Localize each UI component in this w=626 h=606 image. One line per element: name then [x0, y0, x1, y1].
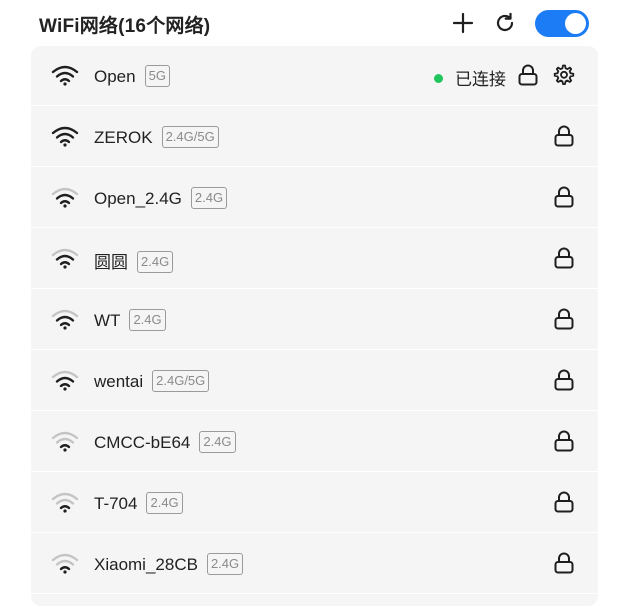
lock-icon: [554, 247, 574, 269]
plus-icon: [452, 12, 474, 34]
toggle-knob: [565, 13, 586, 34]
connection-status: 已连接: [434, 65, 506, 90]
network-row-open-2-4g[interactable]: Open_2.4G 2.4G: [31, 168, 598, 228]
wifi-signal-icon: [51, 309, 79, 330]
network-row-cmcc-be64[interactable]: CMCC-bE64 2.4G: [31, 412, 598, 472]
band-badge: 2.4G: [146, 492, 183, 514]
network-name: 圆圆 2.4G: [94, 248, 174, 273]
network-row-yuanyuan[interactable]: 圆圆 2.4G: [31, 229, 598, 289]
network-row-open[interactable]: Open 5G 已连接: [31, 46, 598, 106]
lock-icon: [554, 125, 574, 147]
network-row-xiaomi-28cb[interactable]: Xiaomi_28CB 2.4G: [31, 534, 598, 594]
wifi-signal-icon: [51, 65, 79, 86]
band-badge: 2.4G: [199, 431, 236, 453]
wifi-signal-icon: [51, 492, 79, 513]
network-name: wentai 2.4G/5G: [94, 370, 210, 392]
lock-icon: [554, 308, 574, 330]
network-name: ZEROK 2.4G/5G: [94, 126, 219, 148]
band-badge: 2.4G: [137, 251, 174, 273]
network-name: Open_2.4G 2.4G: [94, 187, 228, 209]
network-row-wt[interactable]: WT 2.4G: [31, 290, 598, 350]
band-badge: 2.4G: [129, 309, 166, 331]
page-title: WiFi网络(16个网络): [39, 16, 211, 37]
header: WiFi网络(16个网络): [0, 0, 626, 46]
network-name: CMCC-bE64 2.4G: [94, 431, 236, 453]
network-list: Open 5G 已连接 ZEROK 2.4G/5G Open_2.4G 2.4G…: [31, 46, 598, 606]
wifi-signal-icon: [51, 187, 79, 208]
lock-icon: [554, 430, 574, 452]
band-badge: 2.4G/5G: [152, 370, 210, 392]
connected-dot: [434, 74, 443, 83]
band-badge: 5G: [144, 65, 170, 87]
network-row-t-704[interactable]: T-704 2.4G: [31, 473, 598, 533]
lock-icon: [518, 64, 538, 86]
network-name: T-704 2.4G: [94, 492, 183, 514]
lock-icon: [554, 186, 574, 208]
band-badge: 2.4G: [206, 553, 244, 575]
lock-icon: [554, 491, 574, 513]
add-network-button[interactable]: [449, 9, 477, 37]
lock-icon: [554, 369, 574, 391]
network-row-wentai[interactable]: wentai 2.4G/5G: [31, 351, 598, 411]
network-name: Open 5G: [94, 65, 170, 87]
network-name: Xiaomi_28CB 2.4G: [94, 553, 244, 575]
wifi-signal-icon: [51, 248, 79, 269]
network-name: WT 2.4G: [94, 309, 166, 331]
refresh-icon: [496, 12, 514, 32]
wifi-toggle[interactable]: [535, 10, 589, 37]
refresh-button[interactable]: [491, 9, 519, 37]
band-badge: 2.4G: [190, 187, 228, 209]
wifi-signal-icon: [51, 126, 79, 147]
lock-icon: [554, 552, 574, 574]
wifi-signal-icon: [51, 553, 79, 574]
gear-icon[interactable]: [551, 63, 575, 87]
network-row-zerok[interactable]: ZEROK 2.4G/5G: [31, 107, 598, 167]
wifi-signal-icon: [51, 370, 79, 391]
band-badge: 2.4G/5G: [161, 126, 219, 148]
wifi-signal-icon: [51, 431, 79, 452]
